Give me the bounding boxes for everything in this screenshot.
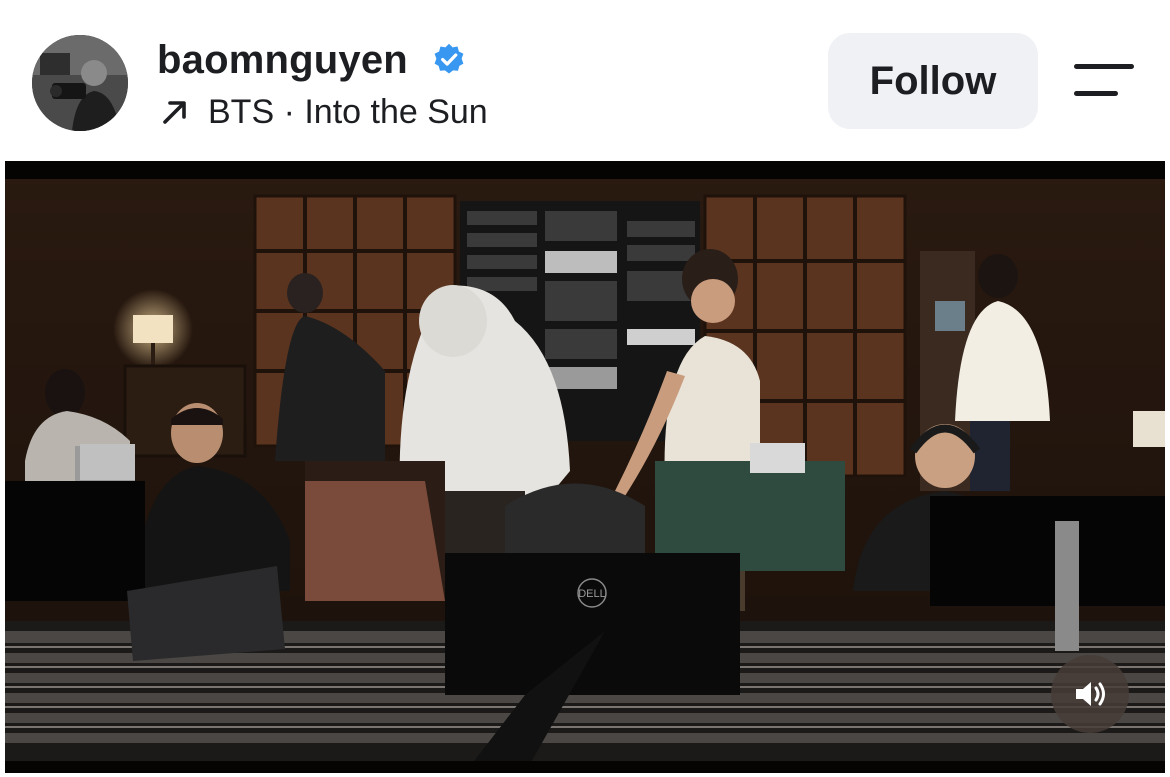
music-label: BTS · Into the Sun bbox=[208, 92, 488, 131]
verified-badge-icon bbox=[434, 43, 464, 74]
menu-lines-icon[interactable] bbox=[1068, 58, 1140, 104]
username[interactable]: baomnguyen bbox=[157, 38, 408, 83]
follow-button[interactable]: Follow bbox=[828, 33, 1038, 129]
volume-button[interactable] bbox=[1051, 655, 1129, 733]
music-link[interactable]: BTS · Into the Sun bbox=[160, 92, 488, 132]
arrow-up-right-icon bbox=[163, 101, 186, 124]
avatar[interactable] bbox=[32, 35, 128, 131]
video-frame: DELL bbox=[5, 161, 1165, 773]
video-player[interactable]: DELL bbox=[5, 161, 1165, 773]
speaker-on-icon bbox=[1076, 682, 1105, 706]
monitor-brand: DELL bbox=[578, 588, 606, 600]
avatar-image bbox=[32, 35, 128, 131]
post-header: baomnguyen BTS · Into the Sun Follow bbox=[0, 0, 1170, 160]
post-card: baomnguyen BTS · Into the Sun Follow DEL… bbox=[0, 0, 1170, 777]
